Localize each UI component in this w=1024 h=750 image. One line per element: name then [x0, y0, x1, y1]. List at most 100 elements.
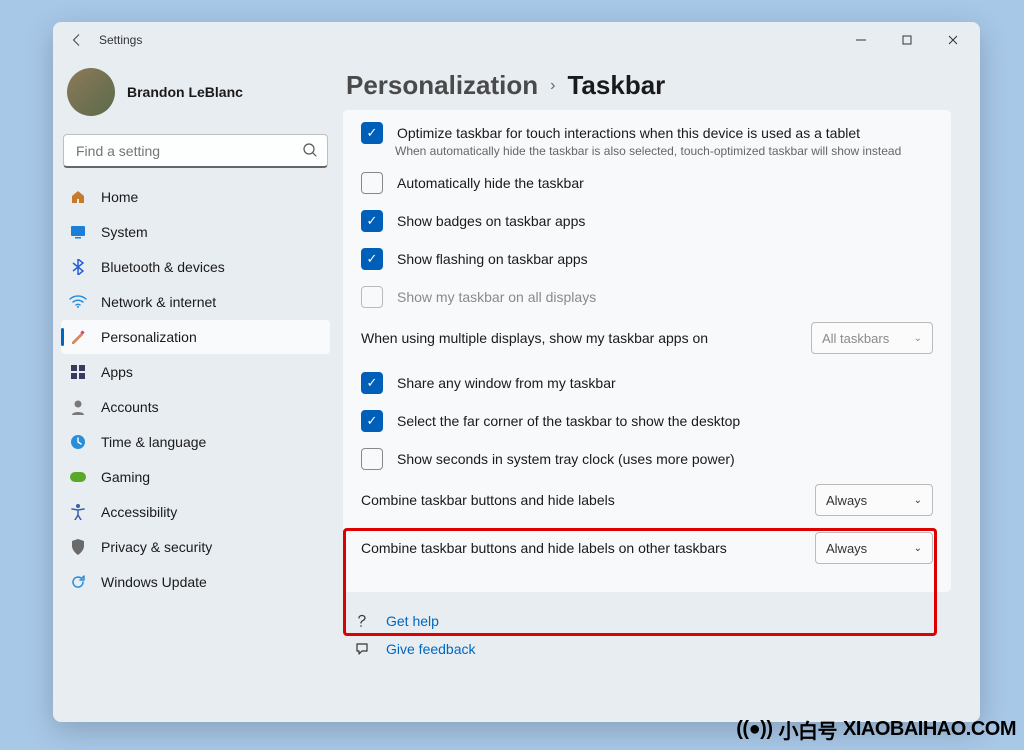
setting-label: Select the far corner of the taskbar to …: [397, 413, 933, 429]
breadcrumb-parent[interactable]: Personalization: [346, 70, 538, 101]
setting-flashing: ✓ Show flashing on taskbar apps: [343, 238, 951, 276]
checkbox-farcorner[interactable]: ✓: [361, 410, 383, 432]
setting-farcorner: ✓ Select the far corner of the taskbar t…: [343, 400, 951, 438]
setting-combineother: Combine taskbar buttons and hide labels …: [343, 524, 951, 572]
setting-combine: Combine taskbar buttons and hide labels …: [343, 476, 951, 524]
select-combineother[interactable]: Always ⌄: [815, 532, 933, 564]
watermark-cn: 小白号: [779, 715, 838, 744]
link-label: Get help: [386, 613, 439, 629]
setting-shareany: ✓ Share any window from my taskbar: [343, 362, 951, 400]
apps-icon: [69, 363, 87, 381]
avatar: [67, 68, 115, 116]
checkbox-flashing[interactable]: ✓: [361, 248, 383, 270]
window-title: Settings: [99, 33, 142, 47]
sidebar-item-label: Bluetooth & devices: [101, 259, 225, 275]
checkbox-seconds[interactable]: [361, 448, 383, 470]
settings-window: Settings Brandon LeBlanc Home System Bluet…: [53, 22, 980, 722]
sidebar-item-label: Network & internet: [101, 294, 216, 310]
watermark-en: XIAOBAIHAO.COM: [843, 718, 1016, 741]
sidebar-item-label: Accounts: [101, 399, 159, 415]
search-icon: [302, 142, 318, 158]
setting-label: Share any window from my taskbar: [397, 375, 933, 391]
broadcast-icon: ((●)): [736, 718, 772, 741]
accessibility-icon: [69, 503, 87, 521]
sidebar-item-label: Apps: [101, 364, 133, 380]
privacy-icon: [69, 538, 87, 556]
sidebar-item-personalization[interactable]: Personalization: [61, 320, 330, 354]
update-icon: [69, 573, 87, 591]
footer-links: Get help Give feedback: [342, 593, 952, 663]
sidebar-item-bluetooth[interactable]: Bluetooth & devices: [61, 250, 330, 284]
close-button[interactable]: [930, 24, 976, 56]
chevron-down-icon: ⌄: [914, 543, 922, 554]
profile[interactable]: Brandon LeBlanc: [61, 62, 330, 130]
search-box: [63, 134, 328, 168]
breadcrumb-current: Taskbar: [567, 70, 665, 101]
sidebar-item-system[interactable]: System: [61, 215, 330, 249]
maximize-button[interactable]: [884, 24, 930, 56]
sidebar-item-accounts[interactable]: Accounts: [61, 390, 330, 424]
sidebar-item-time[interactable]: Time & language: [61, 425, 330, 459]
checkbox-optimize[interactable]: ✓: [361, 122, 383, 144]
setting-seconds: Show seconds in system tray clock (uses …: [343, 438, 951, 476]
sidebar-item-label: System: [101, 224, 148, 240]
search-input[interactable]: [63, 134, 328, 168]
setting-label: Automatically hide the taskbar: [397, 175, 933, 191]
window-controls: [838, 24, 976, 56]
select-combine[interactable]: Always ⌄: [815, 484, 933, 516]
setting-badges: ✓ Show badges on taskbar apps: [343, 200, 951, 238]
sidebar-item-label: Gaming: [101, 469, 150, 485]
sidebar-item-accessibility[interactable]: Accessibility: [61, 495, 330, 529]
checkbox-alldisplays: [361, 286, 383, 308]
give-feedback-link[interactable]: Give feedback: [354, 635, 952, 663]
user-name: Brandon LeBlanc: [127, 84, 243, 100]
sidebar-item-label: Time & language: [101, 434, 206, 450]
sidebar-item-label: Home: [101, 189, 138, 205]
settings-panel: ✓ Optimize taskbar for touch interaction…: [342, 109, 952, 593]
sidebar: Brandon LeBlanc Home System Bluetooth & de…: [53, 58, 338, 722]
sidebar-item-label: Personalization: [101, 329, 197, 345]
checkbox-badges[interactable]: ✓: [361, 210, 383, 232]
checkbox-shareany[interactable]: ✓: [361, 372, 383, 394]
titlebar: Settings: [53, 22, 980, 58]
help-icon: [354, 613, 372, 629]
checkbox-autohide[interactable]: [361, 172, 383, 194]
select-value: All taskbars: [822, 331, 889, 346]
system-icon: [69, 223, 87, 241]
setting-label: Show seconds in system tray clock (uses …: [397, 451, 933, 467]
sidebar-item-home[interactable]: Home: [61, 180, 330, 214]
setting-alldisplays: Show my taskbar on all displays: [343, 276, 951, 314]
chevron-right-icon: ›: [550, 77, 555, 95]
back-button[interactable]: [61, 24, 93, 56]
setting-label: Optimize taskbar for touch interactions …: [397, 125, 933, 141]
sidebar-item-update[interactable]: Windows Update: [61, 565, 330, 599]
select-value: Always: [826, 541, 867, 556]
watermark: ((●)) 小白号 XIAOBAIHAO.COM: [736, 715, 1016, 744]
time-icon: [69, 433, 87, 451]
get-help-link[interactable]: Get help: [354, 607, 952, 635]
setting-label: Show flashing on taskbar apps: [397, 251, 933, 267]
chevron-down-icon: ⌄: [914, 333, 922, 344]
select-value: Always: [826, 493, 867, 508]
sidebar-item-privacy[interactable]: Privacy & security: [61, 530, 330, 564]
minimize-button[interactable]: [838, 24, 884, 56]
bluetooth-icon: [69, 258, 87, 276]
window-body: Brandon LeBlanc Home System Bluetooth & de…: [53, 58, 980, 722]
breadcrumb: Personalization › Taskbar: [342, 58, 952, 109]
sidebar-item-label: Windows Update: [101, 574, 207, 590]
setting-label: Combine taskbar buttons and hide labels: [361, 492, 801, 508]
sidebar-item-apps[interactable]: Apps: [61, 355, 330, 389]
personalization-icon: [69, 328, 87, 346]
select-multidisplay: All taskbars ⌄: [811, 322, 933, 354]
accounts-icon: [69, 398, 87, 416]
setting-label: Show my taskbar on all displays: [397, 289, 933, 305]
setting-multidisplay: When using multiple displays, show my ta…: [343, 314, 951, 362]
setting-autohide: Automatically hide the taskbar: [343, 162, 951, 200]
content: Personalization › Taskbar ✓ Optimize tas…: [338, 58, 980, 722]
feedback-icon: [354, 641, 372, 657]
sidebar-item-label: Privacy & security: [101, 539, 212, 555]
sidebar-item-gaming[interactable]: Gaming: [61, 460, 330, 494]
setting-label: Combine taskbar buttons and hide labels …: [361, 540, 801, 556]
sidebar-item-network[interactable]: Network & internet: [61, 285, 330, 319]
setting-subtext: When automatically hide the taskbar is a…: [343, 144, 951, 162]
